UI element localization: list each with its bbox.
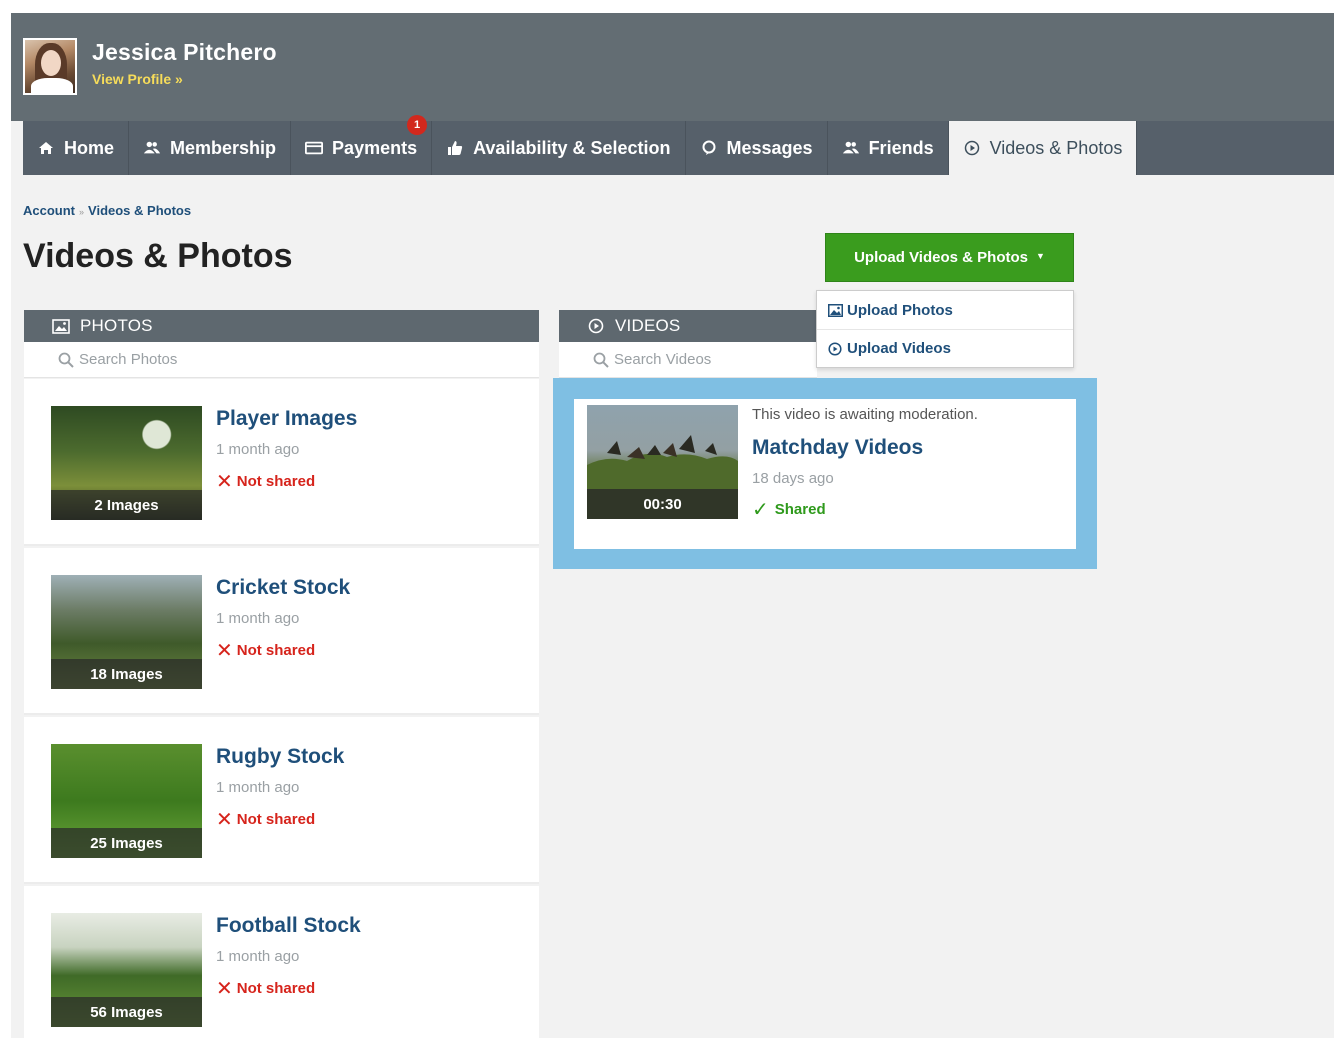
play-circle-icon [963, 139, 981, 157]
main-nav: Home Membership Payments 1 Availability … [23, 115, 1334, 175]
album-thumbnail[interactable]: 25 Images [51, 744, 202, 858]
album-date: 1 month ago [216, 610, 300, 627]
video-date: 18 days ago [752, 470, 834, 487]
album-card[interactable]: 2 Images Player Images 1 month ago ✕ Not… [24, 379, 539, 546]
search-videos-input[interactable]: Search Videos [559, 342, 817, 378]
share-status: ✓ Shared [752, 497, 826, 522]
search-icon [58, 352, 74, 368]
album-title[interactable]: Football Stock [216, 914, 361, 938]
image-count: 25 Images [51, 828, 202, 858]
image-icon [52, 318, 70, 334]
share-status: ✕ Not shared [216, 469, 315, 494]
nav-label: Home [64, 137, 115, 158]
app-frame: Jessica Pitchero View Profile » Home Mem… [11, 13, 1334, 1038]
album-date: 1 month ago [216, 441, 300, 458]
nav-item-availability[interactable]: Availability & Selection [432, 121, 686, 175]
search-photos-input[interactable]: Search Photos [24, 342, 539, 378]
videos-panel-header: VIDEOS [559, 310, 817, 342]
avatar[interactable] [23, 38, 77, 95]
nav-item-home[interactable]: Home [23, 121, 130, 175]
users-icon [842, 139, 860, 157]
close-icon: ✕ [216, 471, 233, 493]
menu-item-upload-videos[interactable]: Upload Videos [817, 329, 1073, 367]
menu-item-upload-photos[interactable]: Upload Photos [817, 291, 1073, 329]
close-icon: ✕ [216, 978, 233, 1000]
nav-item-payments[interactable]: Payments 1 [291, 115, 433, 175]
share-status-label: Not shared [236, 980, 316, 997]
album-thumbnail[interactable]: 18 Images [51, 575, 202, 689]
image-icon [827, 302, 843, 318]
profile-header: Jessica Pitchero View Profile » [11, 13, 1334, 121]
photos-panel-header: PHOTOS [24, 310, 539, 342]
search-photos-placeholder: Search Photos [79, 351, 178, 368]
share-status: ✕ Not shared [216, 638, 315, 663]
breadcrumb: Account » Videos & Photos [23, 203, 191, 218]
nav-label: Videos & Photos [989, 137, 1123, 158]
image-count: 56 Images [51, 997, 202, 1027]
nav-item-friends[interactable]: Friends [828, 121, 949, 175]
play-circle-icon [587, 318, 605, 334]
video-card[interactable]: 00:30 This video is awaiting moderation.… [574, 399, 1076, 549]
album-thumbnail[interactable]: 56 Images [51, 913, 202, 1027]
chat-bubble-icon [700, 139, 718, 157]
nav-item-messages[interactable]: Messages [686, 121, 828, 175]
search-icon [593, 352, 609, 368]
share-status-label: Not shared [236, 811, 316, 828]
album-date: 1 month ago [216, 948, 300, 965]
album-card[interactable]: 18 Images Cricket Stock 1 month ago ✕ No… [24, 548, 539, 715]
nav-label: Messages [726, 137, 813, 158]
album-title[interactable]: Rugby Stock [216, 745, 344, 769]
nav-item-membership[interactable]: Membership [129, 121, 292, 175]
close-icon: ✕ [216, 640, 233, 662]
checkmark-icon: ✓ [752, 499, 769, 521]
search-videos-placeholder: Search Videos [614, 351, 712, 368]
moderation-notice: This video is awaiting moderation. [752, 406, 978, 423]
user-name: Jessica Pitchero [92, 39, 277, 65]
photos-heading: PHOTOS [80, 316, 153, 335]
close-icon: ✕ [216, 809, 233, 831]
caret-down-icon: ▼ [1035, 251, 1045, 261]
nav-item-videos-photos[interactable]: Videos & Photos [948, 121, 1138, 175]
video-thumbnail[interactable]: 00:30 [587, 405, 738, 519]
users-icon [143, 139, 161, 157]
videos-heading: VIDEOS [615, 316, 681, 335]
share-status-label: Not shared [236, 473, 316, 490]
menu-item-label: Upload Videos [847, 340, 951, 357]
upload-dropdown-menu: Upload Photos Upload Videos [816, 290, 1074, 368]
nav-label: Payments [332, 137, 418, 158]
breadcrumb-separator: » [79, 207, 85, 217]
share-status-label: Not shared [236, 642, 316, 659]
share-status-label: Shared [774, 501, 826, 518]
nav-label: Membership [170, 137, 277, 158]
credit-card-icon [305, 139, 324, 157]
video-title[interactable]: Matchday Videos [752, 436, 923, 460]
thumbs-up-icon [446, 139, 464, 157]
share-status: ✕ Not shared [216, 976, 315, 1001]
page-title: Videos & Photos [23, 237, 293, 275]
view-profile-link[interactable]: View Profile » [92, 71, 183, 87]
nav-label: Friends [868, 137, 934, 158]
image-count: 2 Images [51, 490, 202, 520]
album-title[interactable]: Cricket Stock [216, 576, 350, 600]
video-duration: 00:30 [587, 489, 738, 519]
play-circle-icon [827, 341, 843, 357]
album-card[interactable]: 56 Images Football Stock 1 month ago ✕ N… [24, 886, 539, 1038]
album-title[interactable]: Player Images [216, 407, 357, 431]
menu-item-label: Upload Photos [847, 301, 953, 319]
breadcrumb-account[interactable]: Account [23, 203, 75, 218]
home-icon [37, 139, 55, 157]
album-thumbnail[interactable]: 2 Images [51, 406, 202, 520]
breadcrumb-videos-photos[interactable]: Videos & Photos [88, 203, 191, 218]
upload-videos-photos-button[interactable]: Upload Videos & Photos ▼ [825, 233, 1074, 282]
album-date: 1 month ago [216, 779, 300, 796]
nav-label: Availability & Selection [473, 137, 671, 158]
upload-button-label: Upload Videos & Photos [854, 249, 1028, 266]
image-count: 18 Images [51, 659, 202, 689]
share-status: ✕ Not shared [216, 807, 315, 832]
notification-badge: 1 [407, 115, 428, 135]
album-card[interactable]: 25 Images Rugby Stock 1 month ago ✕ Not … [24, 717, 539, 884]
